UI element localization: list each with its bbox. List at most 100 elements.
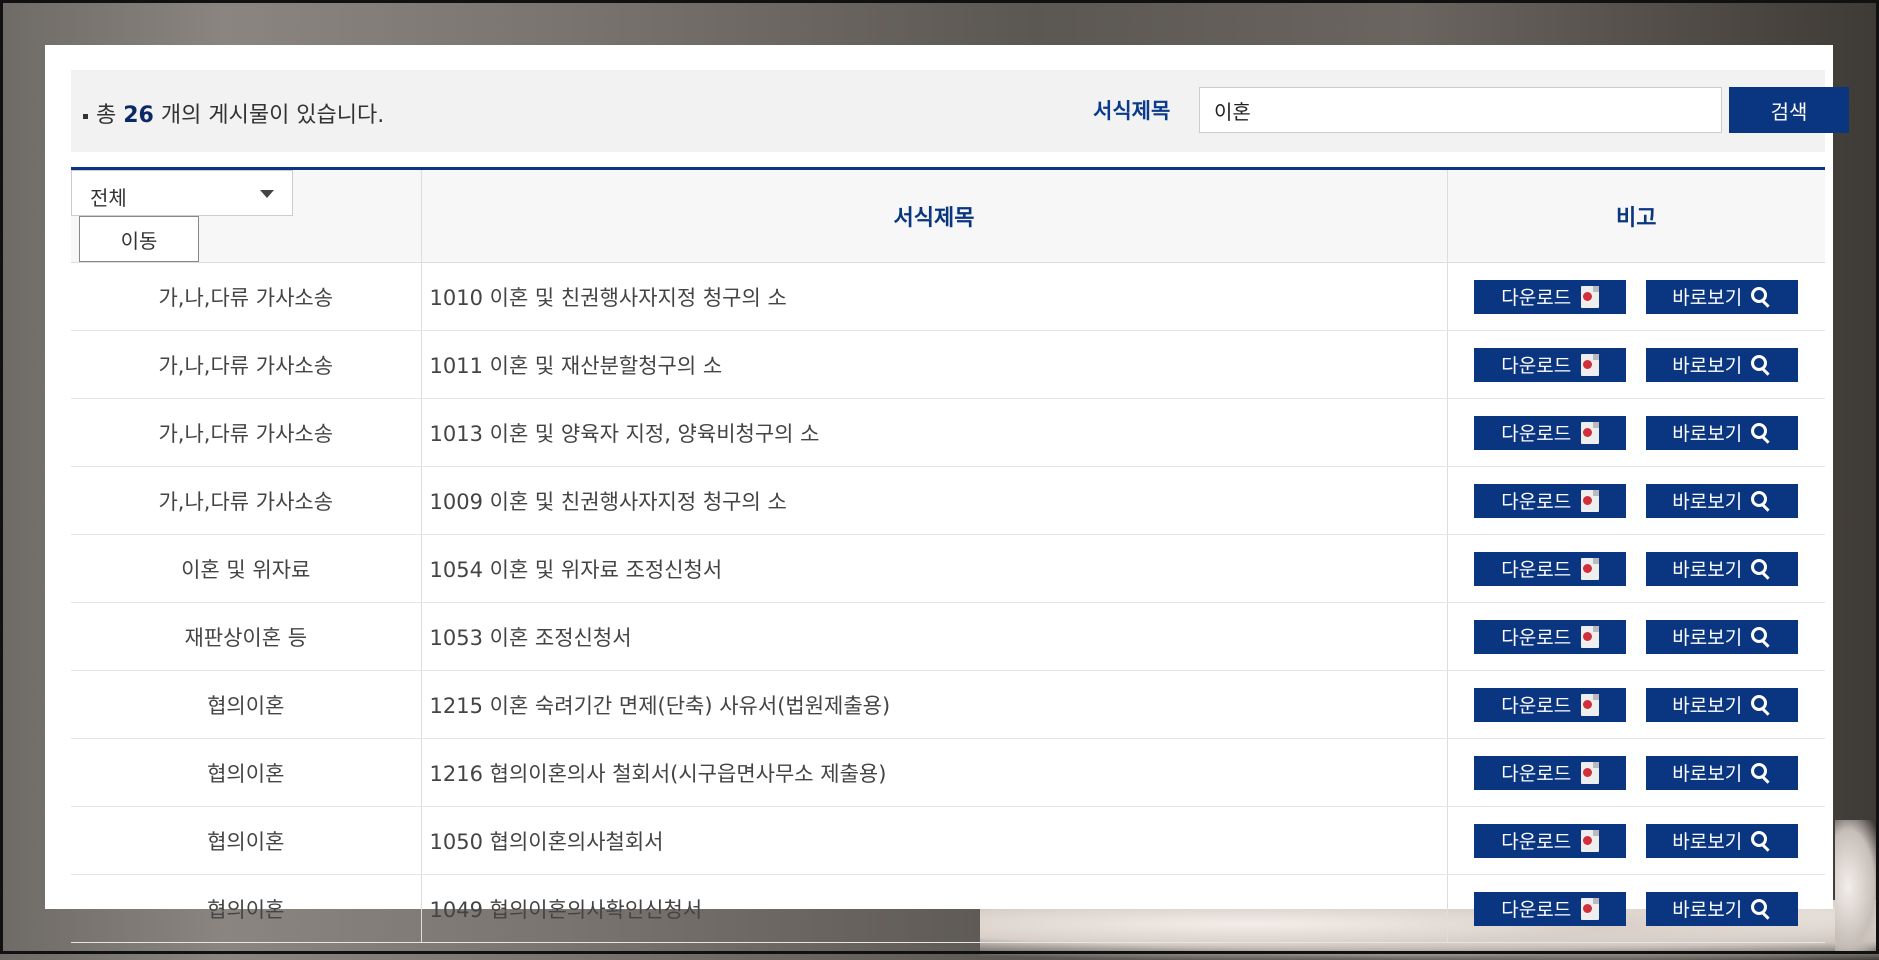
table-row: 재판상이혼 등 1053 이혼 조정신청서 다운로드 바로보기 bbox=[71, 602, 1825, 671]
search-icon bbox=[1750, 830, 1772, 852]
view-button[interactable]: 바로보기 bbox=[1646, 823, 1799, 858]
download-button[interactable]: 다운로드 bbox=[1474, 415, 1627, 450]
column-header-note: 비고 bbox=[1446, 168, 1825, 263]
view-label: 바로보기 bbox=[1672, 763, 1743, 785]
view-label: 바로보기 bbox=[1672, 423, 1743, 445]
content-panel: 총 26 개의 게시물이 있습니다. 서식제목 검색 전체 이동 서식제목 비고 bbox=[45, 45, 1849, 943]
search-icon bbox=[1750, 694, 1772, 716]
file-icon bbox=[1581, 625, 1600, 648]
download-button[interactable]: 다운로드 bbox=[1474, 755, 1627, 790]
row-category: 협의이혼 bbox=[71, 670, 421, 739]
view-label: 바로보기 bbox=[1672, 695, 1743, 717]
forms-table: 전체 이동 서식제목 비고 가,나,다류 가사소송 1010 이혼 및 친권행사자… bbox=[71, 167, 1825, 943]
download-label: 다운로드 bbox=[1501, 899, 1572, 921]
move-button[interactable]: 이동 bbox=[79, 216, 199, 262]
category-select-value: 전체 bbox=[90, 186, 127, 210]
view-label: 바로보기 bbox=[1672, 287, 1743, 309]
view-label: 바로보기 bbox=[1672, 559, 1743, 581]
file-icon bbox=[1581, 897, 1600, 920]
search-button[interactable]: 검색 bbox=[1729, 87, 1849, 133]
search-icon bbox=[1750, 558, 1772, 580]
search-icon bbox=[1750, 626, 1772, 648]
view-label: 바로보기 bbox=[1672, 355, 1743, 377]
category-filter-cell: 전체 이동 bbox=[71, 168, 421, 263]
search-icon bbox=[1750, 898, 1772, 920]
row-category: 협의이혼 bbox=[71, 738, 421, 807]
chevron-down-icon bbox=[260, 190, 274, 198]
table-row: 가,나,다류 가사소송 1010 이혼 및 친권행사자지정 청구의 소 다운로드 바로… bbox=[71, 262, 1825, 331]
post-count-prefix: 총 bbox=[96, 103, 117, 128]
search-icon bbox=[1750, 762, 1772, 784]
row-title[interactable]: 1010 이혼 및 친권행사자지정 청구의 소 bbox=[420, 262, 1447, 331]
view-label: 바로보기 bbox=[1672, 899, 1743, 921]
download-label: 다운로드 bbox=[1501, 763, 1572, 785]
view-button[interactable]: 바로보기 bbox=[1646, 755, 1799, 790]
row-category: 가,나,다류 가사소송 bbox=[71, 262, 421, 331]
view-label: 바로보기 bbox=[1672, 627, 1743, 649]
view-button[interactable]: 바로보기 bbox=[1646, 347, 1799, 382]
search-icon bbox=[1750, 354, 1772, 376]
view-button[interactable]: 바로보기 bbox=[1646, 551, 1799, 586]
row-title[interactable]: 1054 이혼 및 위자료 조정신청서 bbox=[420, 534, 1447, 603]
row-actions: 다운로드 바로보기 bbox=[1446, 534, 1825, 603]
board-info-bar: 총 26 개의 게시물이 있습니다. 서식제목 검색 bbox=[71, 70, 1849, 152]
view-button[interactable]: 바로보기 bbox=[1646, 687, 1799, 722]
category-select[interactable]: 전체 bbox=[71, 170, 293, 216]
file-icon bbox=[1581, 829, 1600, 852]
table-header-row: 전체 이동 서식제목 비고 bbox=[71, 168, 1825, 263]
row-title[interactable]: 1053 이혼 조정신청서 bbox=[420, 602, 1447, 671]
row-title[interactable]: 1049 협의이혼의사확인신청서 bbox=[420, 874, 1447, 943]
table-row: 협의이혼 1215 이혼 숙려기간 면제(단축) 사유서(법원제출용) 다운로드 바로… bbox=[71, 670, 1825, 739]
download-label: 다운로드 bbox=[1501, 559, 1572, 581]
view-button[interactable]: 바로보기 bbox=[1646, 483, 1799, 518]
table-row: 협의이혼 1216 협의이혼의사 철회서(시구읍면사무소 제출용) 다운로드 바로보기 bbox=[71, 738, 1825, 807]
row-title[interactable]: 1216 협의이혼의사 철회서(시구읍면사무소 제출용) bbox=[420, 738, 1447, 807]
search-input[interactable] bbox=[1199, 87, 1722, 133]
row-title[interactable]: 1009 이혼 및 친권행사자지정 청구의 소 bbox=[420, 466, 1447, 535]
table-row: 가,나,다류 가사소송 1013 이혼 및 양육자 지정, 양육비청구의 소 다운로… bbox=[71, 398, 1825, 467]
search-label: 서식제목 bbox=[1093, 99, 1171, 123]
post-count-number: 26 bbox=[123, 103, 154, 128]
download-label: 다운로드 bbox=[1501, 695, 1572, 717]
row-title[interactable]: 1215 이혼 숙려기간 면제(단축) 사유서(법원제출용) bbox=[420, 670, 1447, 739]
download-label: 다운로드 bbox=[1501, 491, 1572, 513]
download-button[interactable]: 다운로드 bbox=[1474, 347, 1627, 382]
file-icon bbox=[1581, 557, 1600, 580]
row-actions: 다운로드 바로보기 bbox=[1446, 330, 1825, 399]
row-actions: 다운로드 바로보기 bbox=[1446, 670, 1825, 739]
row-category: 협의이혼 bbox=[71, 806, 421, 875]
row-actions: 다운로드 바로보기 bbox=[1446, 738, 1825, 807]
row-category: 재판상이혼 등 bbox=[71, 602, 421, 671]
download-button[interactable]: 다운로드 bbox=[1474, 279, 1627, 314]
row-actions: 다운로드 바로보기 bbox=[1446, 398, 1825, 467]
download-button[interactable]: 다운로드 bbox=[1474, 619, 1627, 654]
row-title[interactable]: 1011 이혼 및 재산분할청구의 소 bbox=[420, 330, 1447, 399]
download-button[interactable]: 다운로드 bbox=[1474, 687, 1627, 722]
view-button[interactable]: 바로보기 bbox=[1646, 891, 1799, 926]
download-button[interactable]: 다운로드 bbox=[1474, 823, 1627, 858]
view-label: 바로보기 bbox=[1672, 831, 1743, 853]
view-button[interactable]: 바로보기 bbox=[1646, 619, 1799, 654]
bullet-icon bbox=[83, 113, 88, 119]
download-label: 다운로드 bbox=[1501, 831, 1572, 853]
download-label: 다운로드 bbox=[1501, 423, 1572, 445]
row-title[interactable]: 1050 협의이혼의사철회서 bbox=[420, 806, 1447, 875]
download-button[interactable]: 다운로드 bbox=[1474, 551, 1627, 586]
download-button[interactable]: 다운로드 bbox=[1474, 483, 1627, 518]
row-title[interactable]: 1013 이혼 및 양육자 지정, 양육비청구의 소 bbox=[420, 398, 1447, 467]
post-count-suffix: 개의 게시물이 있습니다. bbox=[160, 103, 385, 128]
file-icon bbox=[1581, 761, 1600, 784]
download-label: 다운로드 bbox=[1501, 355, 1572, 377]
download-button[interactable]: 다운로드 bbox=[1474, 891, 1627, 926]
view-button[interactable]: 바로보기 bbox=[1646, 279, 1799, 314]
row-category: 협의이혼 bbox=[71, 874, 421, 943]
table-row: 협의이혼 1049 협의이혼의사확인신청서 다운로드 바로보기 bbox=[71, 874, 1825, 943]
table-row: 가,나,다류 가사소송 1009 이혼 및 친권행사자지정 청구의 소 다운로드 바로… bbox=[71, 466, 1825, 535]
table-row: 이혼 및 위자료 1054 이혼 및 위자료 조정신청서 다운로드 바로보기 bbox=[71, 534, 1825, 603]
file-icon bbox=[1581, 285, 1600, 308]
post-count-text: 총 26 개의 게시물이 있습니다. bbox=[83, 97, 384, 129]
file-icon bbox=[1581, 421, 1600, 444]
row-category: 가,나,다류 가사소송 bbox=[71, 330, 421, 399]
download-label: 다운로드 bbox=[1501, 287, 1572, 309]
view-button[interactable]: 바로보기 bbox=[1646, 415, 1799, 450]
